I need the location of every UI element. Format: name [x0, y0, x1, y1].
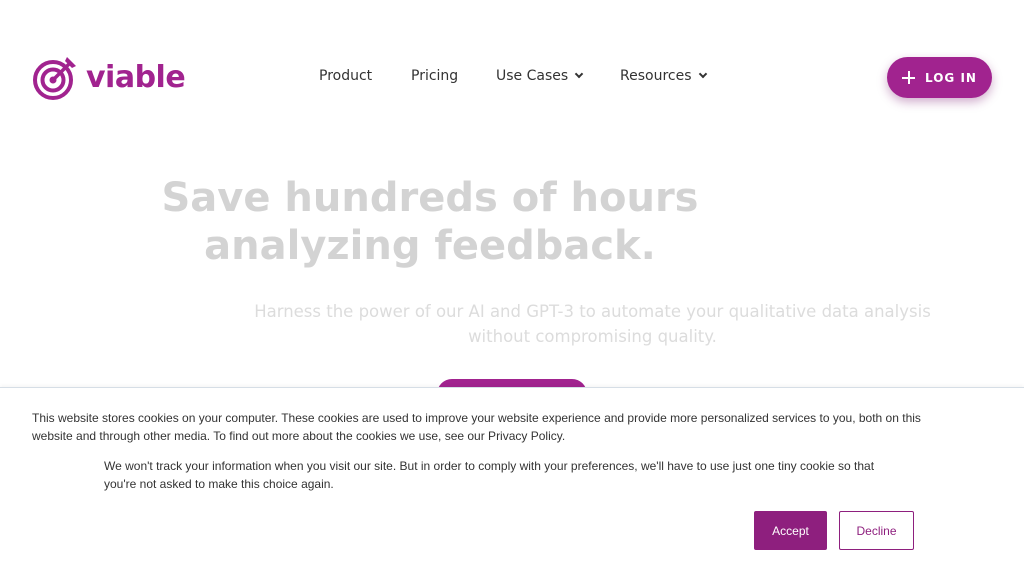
hero-subtitle-line2: without compromising quality. — [468, 327, 717, 346]
cookie-notice-line1: We won't track your information when you… — [104, 459, 875, 473]
cookie-message-line2: website and through other media. To find… — [32, 429, 566, 443]
nav-item-label: Resources — [620, 68, 692, 84]
nav-item-resources[interactable]: Resources — [620, 68, 707, 84]
login-label: LOG IN — [925, 70, 977, 85]
hero-title-line2: analyzing feedback. — [204, 223, 656, 269]
chevron-down-icon — [698, 69, 707, 79]
nav-item-label: Use Cases — [496, 68, 569, 84]
hero-title: Save hundreds of hours analyzing feedbac… — [0, 174, 860, 270]
cookie-message-line1: This website stores cookies on your comp… — [32, 411, 921, 425]
cookie-notice-line2: you're not asked to make this choice aga… — [104, 477, 334, 491]
cookie-banner: This website stores cookies on your comp… — [0, 387, 1024, 576]
nav-item-label: Product — [319, 68, 373, 84]
nav-item-product[interactable]: Product — [319, 68, 372, 84]
login-button[interactable]: LOG IN — [887, 57, 992, 98]
plus-icon — [902, 71, 916, 84]
decline-button[interactable]: Decline — [839, 511, 914, 550]
main-nav: Product Pricing Use Cases Resources — [0, 68, 1024, 88]
nav-item-use-cases[interactable]: Use Cases — [496, 68, 584, 84]
hero-subtitle-line1: Harness the power of our AI and GPT-3 to… — [254, 302, 931, 321]
cookie-message: This website stores cookies on your comp… — [32, 409, 982, 445]
nav-item-pricing[interactable]: Pricing — [411, 68, 458, 84]
cookie-notice: We won't track your information when you… — [104, 457, 924, 493]
hero-subtitle: Harness the power of our AI and GPT-3 to… — [180, 299, 1005, 349]
hero-title-line1: Save hundreds of hours — [161, 175, 699, 221]
nav-item-label: Pricing — [411, 68, 459, 84]
accept-button[interactable]: Accept — [754, 511, 827, 550]
chevron-down-icon — [574, 69, 584, 79]
